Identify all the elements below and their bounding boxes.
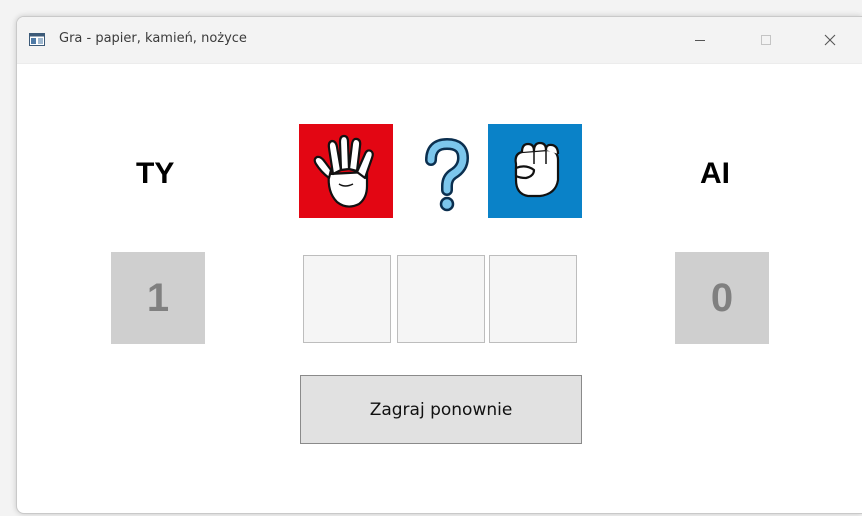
minimize-icon — [695, 40, 705, 41]
app-window-icon — [29, 33, 45, 46]
maximize-button[interactable] — [743, 17, 789, 63]
ai-choice-rock — [488, 124, 582, 218]
player-score: 1 — [111, 252, 205, 344]
paper-hand-icon — [313, 134, 374, 208]
minimize-button[interactable] — [677, 17, 723, 63]
player-choice-paper — [299, 124, 393, 218]
choice-button-2[interactable] — [397, 255, 485, 343]
ai-score: 0 — [675, 252, 769, 344]
close-icon — [824, 34, 836, 46]
rock-fist-icon — [514, 141, 560, 198]
window-title: Gra - papier, kamień, nożyce — [59, 31, 247, 46]
title-bar[interactable]: Gra - papier, kamień, nożyce — [17, 17, 862, 64]
play-again-button[interactable]: Zagraj ponownie — [300, 375, 582, 444]
ai-label: AI — [700, 157, 730, 190]
maximize-icon — [761, 35, 771, 45]
question-mark-icon — [417, 136, 477, 214]
game-window: Gra - papier, kamień, nożyce TY AI 1 0 Z… — [16, 16, 862, 514]
player-label: TY — [136, 157, 175, 190]
choice-button-1[interactable] — [303, 255, 391, 343]
choice-button-3[interactable] — [489, 255, 577, 343]
close-button[interactable] — [807, 17, 853, 63]
